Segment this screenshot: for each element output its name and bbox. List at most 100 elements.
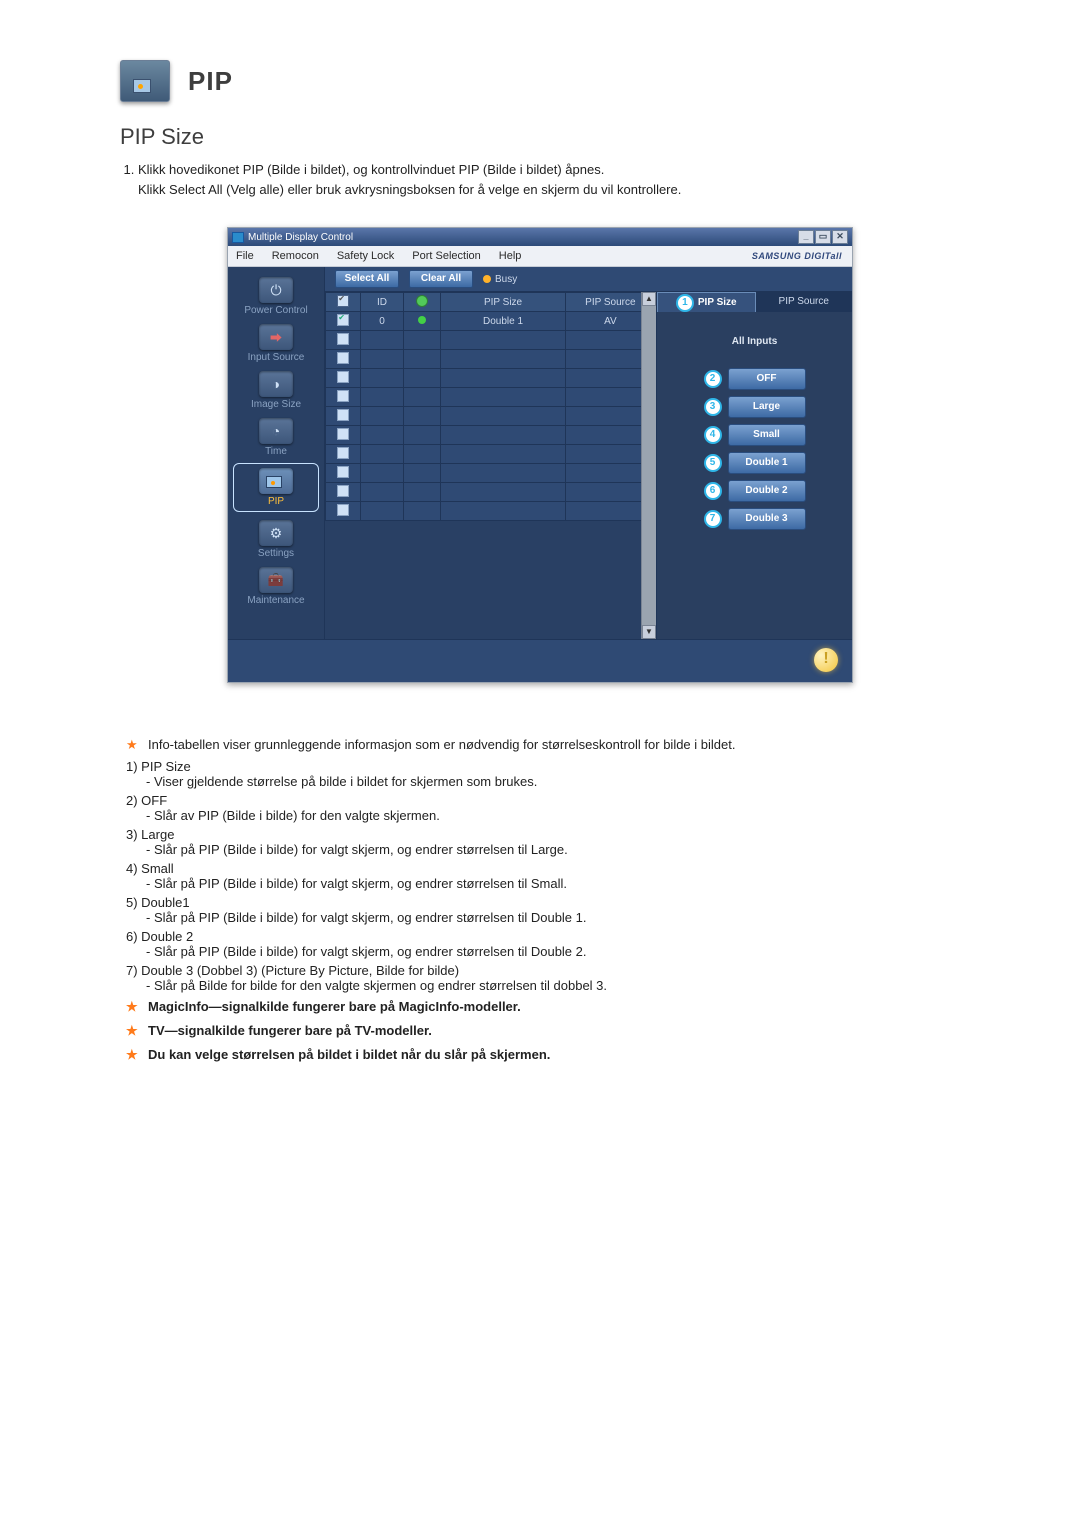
menu-file[interactable]: File — [236, 250, 254, 262]
table-row[interactable] — [326, 483, 656, 502]
note-2-label: 2) OFF — [120, 793, 960, 808]
row-checkbox[interactable] — [337, 409, 349, 421]
option-small-button[interactable]: Small — [728, 424, 806, 446]
table-row[interactable] — [326, 502, 656, 521]
note-3-desc: - Slår på PIP (Bilde i bilde) for valgt … — [120, 842, 960, 857]
window-controls: _ ▭ ✕ — [798, 230, 848, 244]
select-all-button[interactable]: Select All — [335, 270, 399, 288]
row-checkbox[interactable] — [337, 466, 349, 478]
option-off-button[interactable]: OFF — [728, 368, 806, 390]
sidebar-item-label: Time — [265, 446, 287, 457]
sidebar-item-label: Power Control — [244, 305, 307, 316]
settings-icon — [259, 520, 293, 546]
row-checkbox[interactable] — [337, 314, 349, 326]
intro-line2: Klikk Select All (Velg alle) eller bruk … — [138, 180, 960, 200]
all-inputs-label: All Inputs — [732, 336, 778, 347]
warning-icon: ! — [814, 648, 838, 672]
callout-2: 2 — [704, 370, 722, 388]
clear-all-button[interactable]: Clear All — [409, 270, 473, 288]
sidebar-item-settings[interactable]: Settings — [234, 518, 318, 559]
minimize-button[interactable]: _ — [798, 230, 814, 244]
col-pip-size: PIP Size — [441, 293, 565, 312]
sidebar-item-maintenance[interactable]: Maintenance — [234, 565, 318, 606]
row-checkbox[interactable] — [337, 485, 349, 497]
titlebar: Multiple Display Control _ ▭ ✕ — [228, 228, 852, 246]
row-checkbox[interactable] — [337, 428, 349, 440]
callout-7: 7 — [704, 510, 722, 528]
menubar: File Remocon Safety Lock Port Selection … — [228, 246, 852, 267]
scrollbar[interactable]: ▲ ▼ — [641, 292, 656, 639]
table-row[interactable]: 0 Double 1 AV — [326, 312, 656, 331]
table-row[interactable] — [326, 369, 656, 388]
menu-portselection[interactable]: Port Selection — [412, 250, 480, 262]
sidebar-item-label: Input Source — [248, 352, 305, 363]
tab-pip-size[interactable]: 1 PIP Size — [657, 292, 756, 312]
maximize-button[interactable]: ▭ — [815, 230, 831, 244]
row-checkbox[interactable] — [337, 371, 349, 383]
brand-logo: SAMSUNG DIGITall — [752, 251, 842, 261]
sidebar-item-input[interactable]: Input Source — [234, 322, 318, 363]
sidebar-item-image[interactable]: Image Size — [234, 369, 318, 410]
row-checkbox[interactable] — [337, 390, 349, 402]
table-row[interactable] — [326, 350, 656, 369]
window-title: Multiple Display Control — [248, 232, 353, 243]
pip-icon — [120, 60, 170, 102]
callout-5: 5 — [704, 454, 722, 472]
note-star-tv: TV—signalkilde fungerer bare på TV-model… — [120, 1021, 960, 1041]
app-window: Multiple Display Control _ ▭ ✕ File Remo… — [227, 227, 853, 683]
menu-help[interactable]: Help — [499, 250, 522, 262]
table-row[interactable] — [326, 426, 656, 445]
input-icon — [259, 324, 293, 350]
menu-remocon[interactable]: Remocon — [272, 250, 319, 262]
note-2-desc: - Slår av PIP (Bilde i bilde) for den va… — [120, 808, 960, 823]
busy-indicator: Busy — [483, 274, 517, 285]
table-row[interactable] — [326, 445, 656, 464]
tab-pip-source[interactable]: PIP Source — [756, 292, 853, 312]
section-heading: PIP Size — [120, 124, 960, 150]
sidebar-item-pip[interactable]: PIP — [233, 463, 319, 512]
row-checkbox[interactable] — [337, 333, 349, 345]
note-star-size: Du kan velge størrelsen på bildet i bild… — [120, 1045, 960, 1065]
image-icon — [259, 371, 293, 397]
menu-safetylock[interactable]: Safety Lock — [337, 250, 394, 262]
display-table: ID PIP Size PIP Source 0 Double 1 AV — [325, 292, 657, 639]
toolbar: Select All Clear All Busy — [325, 267, 852, 292]
sidebar-item-power[interactable]: Power Control — [234, 275, 318, 316]
callout-4: 4 — [704, 426, 722, 444]
options-panel: 1 PIP Size PIP Source All Inputs 2 OFF — [657, 292, 852, 639]
callout-3: 3 — [704, 398, 722, 416]
note-5-label: 5) Double1 — [120, 895, 960, 910]
close-button[interactable]: ✕ — [832, 230, 848, 244]
status-dot-icon — [418, 316, 426, 324]
note-7-desc: - Slår på Bilde for bilde for den valgte… — [120, 978, 960, 993]
power-icon — [259, 277, 293, 303]
table-row[interactable] — [326, 407, 656, 426]
sidebar-item-label: Maintenance — [247, 595, 304, 606]
scroll-up-button[interactable]: ▲ — [642, 292, 656, 306]
option-double2-button[interactable]: Double 2 — [728, 480, 806, 502]
status-bar: ! — [228, 639, 852, 682]
table-row[interactable] — [326, 464, 656, 483]
page-title: PIP — [188, 66, 233, 97]
busy-label: Busy — [495, 274, 517, 285]
table-row[interactable] — [326, 331, 656, 350]
notes: Info-tabellen viser grunnleggende inform… — [120, 735, 960, 1066]
option-double3-button[interactable]: Double 3 — [728, 508, 806, 530]
intro-list: Klikk hovedikonet PIP (Bilde i bildet), … — [138, 160, 960, 199]
note-3-label: 3) Large — [120, 827, 960, 842]
option-double1-button[interactable]: Double 1 — [728, 452, 806, 474]
option-large-button[interactable]: Large — [728, 396, 806, 418]
sidebar-item-label: PIP — [268, 496, 284, 507]
note-1-label: 1) PIP Size — [120, 759, 960, 774]
scroll-down-button[interactable]: ▼ — [642, 625, 656, 639]
sidebar-item-label: Image Size — [251, 399, 301, 410]
row-checkbox[interactable] — [337, 447, 349, 459]
sidebar-item-time[interactable]: Time — [234, 416, 318, 457]
app-icon — [232, 232, 244, 243]
row-checkbox[interactable] — [337, 504, 349, 516]
row-checkbox[interactable] — [337, 352, 349, 364]
pip-icon — [259, 468, 293, 494]
note-star-magicinfo: MagicInfo—signalkilde fungerer bare på M… — [120, 997, 960, 1017]
callout-6: 6 — [704, 482, 722, 500]
table-row[interactable] — [326, 388, 656, 407]
